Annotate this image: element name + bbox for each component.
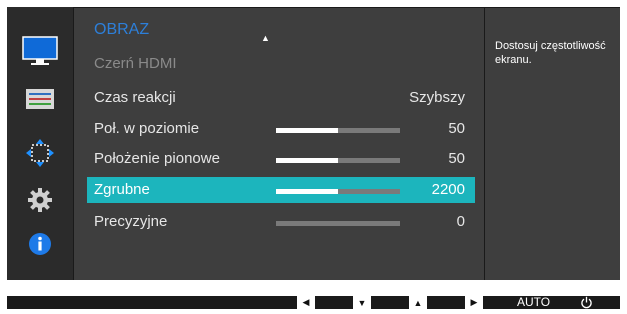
- menu-item-label: Poł. w poziomie: [94, 120, 200, 137]
- slider-fill: [276, 158, 338, 163]
- menu-item-value: Szybszy: [409, 89, 465, 106]
- scroll-up-icon[interactable]: ▲: [261, 33, 270, 43]
- panel-title: OBRAZ: [94, 21, 150, 38]
- menu-item-coarse[interactable]: Zgrubne 2200: [87, 177, 475, 203]
- menu-item-fine[interactable]: Precyzyjne 0: [87, 209, 475, 235]
- auto-button[interactable]: AUTO: [517, 295, 550, 309]
- menu-item-response-time[interactable]: Czas reakcji Szybszy: [87, 85, 475, 111]
- menu-item-label: Zgrubne: [94, 181, 150, 198]
- osd-sidebar: [7, 7, 73, 280]
- settings-panel: OBRAZ ▲ Czerń HDMI Czas reakcji Szybszy …: [74, 8, 484, 280]
- move-arrows-icon[interactable]: [7, 138, 73, 168]
- slider-fill: [276, 189, 338, 194]
- info-icon[interactable]: [7, 232, 73, 256]
- level-slider[interactable]: [276, 128, 400, 133]
- menu-item-h-position[interactable]: Poł. w poziomie 50: [87, 116, 475, 142]
- menu-item-label: Czerń HDMI: [94, 55, 177, 72]
- power-icon[interactable]: [580, 296, 593, 314]
- menu-item-value: 2200: [431, 181, 465, 198]
- menu-item-value: 50: [448, 120, 465, 137]
- help-panel: Dostosuj częstotliwość ekranu.: [485, 8, 620, 280]
- monitor-icon[interactable]: [7, 36, 73, 68]
- key-guide-bar: ◀ ▼ ▲ ▶ AUTO: [7, 295, 620, 309]
- menu-item-v-position[interactable]: Położenie pionowe 50: [87, 146, 475, 172]
- arrow-left-icon[interactable]: ◀: [297, 296, 315, 309]
- level-slider[interactable]: [276, 158, 400, 163]
- menu-item-label: Położenie pionowe: [94, 150, 220, 167]
- menu-item-hdmi-black: Czerń HDMI: [87, 51, 475, 77]
- menu-item-value: 0: [456, 213, 465, 230]
- help-text: Dostosuj częstotliwość ekranu.: [495, 40, 606, 66]
- level-slider[interactable]: [276, 221, 400, 226]
- color-bars-icon[interactable]: [7, 89, 73, 109]
- arrow-up-icon[interactable]: ▲: [409, 296, 427, 309]
- menu-item-label: Precyzyjne: [94, 213, 168, 230]
- level-slider[interactable]: [276, 189, 400, 194]
- arrow-down-icon[interactable]: ▼: [353, 296, 371, 309]
- menu-item-value: 50: [448, 150, 465, 167]
- arrow-right-icon[interactable]: ▶: [465, 296, 483, 309]
- slider-fill: [276, 128, 338, 133]
- menu-item-label: Czas reakcji: [94, 89, 176, 106]
- gear-icon[interactable]: [7, 187, 73, 213]
